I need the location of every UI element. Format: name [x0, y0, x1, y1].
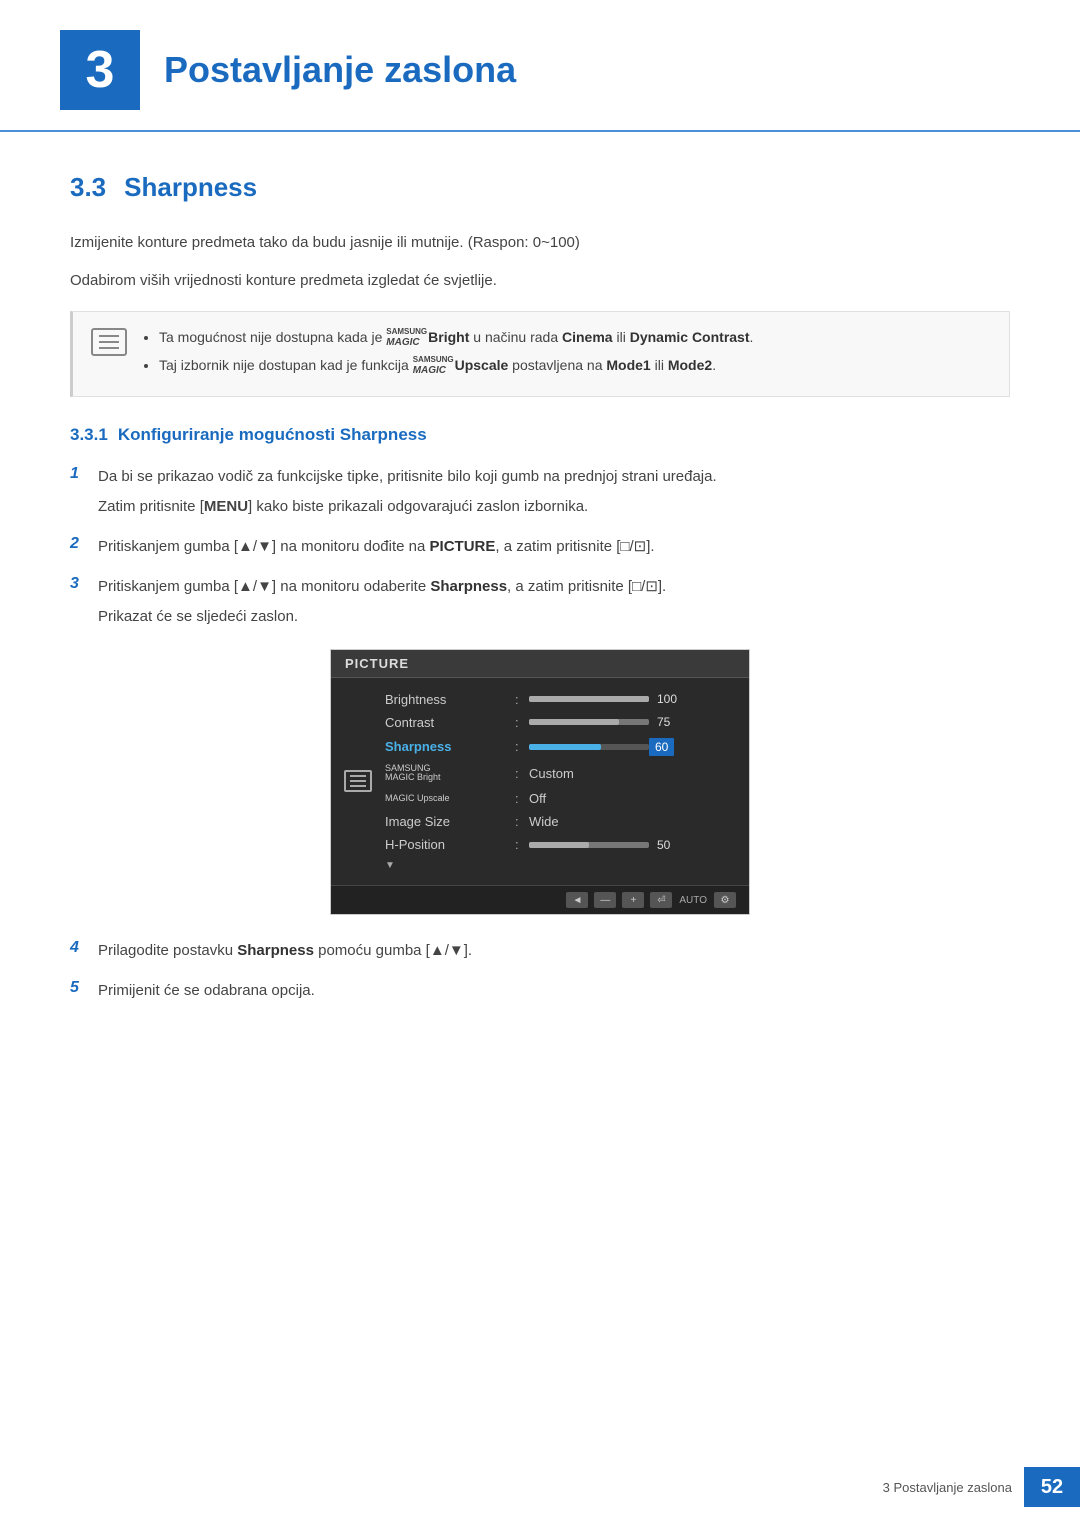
menu-icon-gear: ⚙ — [714, 892, 736, 908]
note-item-2: Taj izbornik nije dostupan kad je funkci… — [159, 354, 753, 378]
note-content: Ta mogućnost nije dostupna kada je SAMSU… — [141, 326, 753, 382]
monitor-icon — [344, 770, 372, 792]
step-4-content: Prilagodite postavku Sharpness pomoću gu… — [98, 939, 472, 963]
step-3-number: 3 — [70, 575, 98, 593]
menu-item-magic-bright: SAMSUNGMAGIC Bright : Custom — [375, 760, 749, 788]
menu-item-image-size: Image Size : Wide — [375, 810, 749, 833]
step-4: 4 Prilagodite postavku Sharpness pomoću … — [70, 939, 1010, 963]
main-content: 3.3 Sharpness Izmijenite konture predmet… — [0, 172, 1080, 1003]
menu-item-sharpness: Sharpness : 60 — [375, 734, 749, 760]
menu-icon-back: ◄ — [566, 892, 588, 908]
step-3: 3 Pritiskanjem gumba [▲/▼] na monitoru o… — [70, 575, 1010, 629]
step-1-sub: Zatim pritisnite [MENU] kako biste prika… — [98, 495, 717, 519]
note-item-1: Ta mogućnost nije dostupna kada je SAMSU… — [159, 326, 753, 350]
section-heading: 3.3 Sharpness — [70, 172, 1010, 203]
steps-list: 1 Da bi se prikazao vodič za funkcijske … — [70, 465, 1010, 629]
menu-bottom-bar: ◄ — + ⏎ AUTO ⚙ — [331, 885, 749, 914]
footer-page-badge: 52 — [1024, 1467, 1080, 1507]
menu-left-icon — [331, 688, 375, 876]
step-3-main: Pritiskanjem gumba [▲/▼] na monitoru oda… — [98, 575, 666, 599]
section-number: 3.3 — [70, 172, 106, 203]
menu-title: PICTURE — [331, 650, 749, 678]
page-title: Postavljanje zaslona — [164, 49, 516, 91]
step-1-main: Da bi se prikazao vodič za funkcijske ti… — [98, 465, 717, 489]
step-1-content: Da bi se prikazao vodič za funkcijske ti… — [98, 465, 717, 519]
menu-icon-enter: ⏎ — [650, 892, 672, 908]
page-header: 3 Postavljanje zaslona — [0, 0, 1080, 132]
step-4-main: Prilagodite postavku Sharpness pomoću gu… — [98, 939, 472, 963]
samsung-bright-label: SAMSUNGMAGIC — [386, 328, 427, 348]
page-footer: 3 Postavljanje zaslona 52 — [0, 1467, 1080, 1507]
intro-para-2: Odabirom viših vrijednosti konture predm… — [70, 269, 1010, 293]
menu-item-hposition: H-Position : 50 — [375, 833, 749, 856]
section-title: Sharpness — [124, 172, 257, 203]
chapter-number: 3 — [86, 40, 115, 100]
step-3-sub: Prikazat će se sljedeći zaslon. — [98, 605, 666, 629]
subsection-heading: 3.3.1 Konfiguriranje mogućnosti Sharpnes… — [70, 425, 1010, 445]
menu-items-list: Brightness : 100 Contrast : — [375, 688, 749, 876]
step-4-number: 4 — [70, 939, 98, 957]
step-5-number: 5 — [70, 979, 98, 997]
footer-text: 3 Postavljanje zaslona — [883, 1480, 1012, 1495]
menu-scroll-down: ▼ — [375, 856, 749, 875]
menu-icon-auto: AUTO — [679, 895, 707, 906]
subsection-number: 3.3.1 — [70, 425, 108, 445]
step-5-content: Primijenit će se odabrana opcija. — [98, 979, 315, 1003]
step-2-content: Pritiskanjem gumba [▲/▼] na monitoru dođ… — [98, 535, 655, 559]
step-1-number: 1 — [70, 465, 98, 483]
step-1: 1 Da bi se prikazao vodič za funkcijske … — [70, 465, 1010, 519]
note-box: Ta mogućnost nije dostupna kada je SAMSU… — [70, 311, 1010, 397]
menu-item-contrast: Contrast : 75 — [375, 711, 749, 734]
step-5: 5 Primijenit će se odabrana opcija. — [70, 979, 1010, 1003]
menu-item-brightness: Brightness : 100 — [375, 688, 749, 711]
step-2-number: 2 — [70, 535, 98, 553]
samsung-upscale-label: SAMSUNGMAGIC — [413, 356, 454, 376]
menu-item-magic-upscale: MAGIC Upscale : Off — [375, 787, 749, 810]
menu-icon-minus: — — [594, 892, 616, 908]
step-2-main: Pritiskanjem gumba [▲/▼] na monitoru dođ… — [98, 535, 655, 559]
steps-list-2: 4 Prilagodite postavku Sharpness pomoću … — [70, 939, 1010, 1003]
intro-para-1: Izmijenite konture predmeta tako da budu… — [70, 231, 1010, 255]
note-icon — [91, 328, 127, 356]
step-2: 2 Pritiskanjem gumba [▲/▼] na monitoru d… — [70, 535, 1010, 559]
step-5-main: Primijenit će se odabrana opcija. — [98, 979, 315, 1003]
step-3-content: Pritiskanjem gumba [▲/▼] na monitoru oda… — [98, 575, 666, 629]
menu-icon-plus: + — [622, 892, 644, 908]
menu-screenshot: PICTURE Brightness : — [330, 649, 750, 916]
menu-body: Brightness : 100 Contrast : — [331, 678, 749, 886]
subsection-title: Konfiguriranje mogućnosti Sharpness — [118, 425, 427, 445]
chapter-number-block: 3 — [60, 30, 140, 110]
